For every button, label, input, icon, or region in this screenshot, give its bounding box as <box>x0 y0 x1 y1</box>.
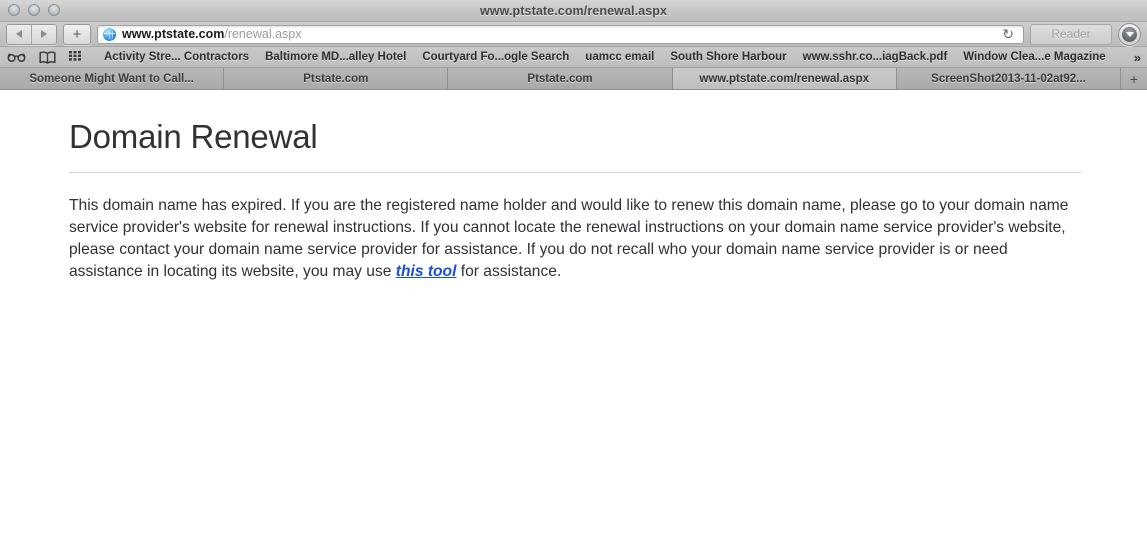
tab-label: ScreenShot2013-11-02at92... <box>931 72 1086 85</box>
bookmarks-overflow-icon[interactable]: » <box>1134 50 1143 65</box>
window-title: www.ptstate.com/renewal.aspx <box>479 3 668 18</box>
paragraph-text-before-link: This domain name has expired. If you are… <box>69 196 1069 280</box>
page-title: Domain Renewal <box>69 118 318 155</box>
tab-label: www.ptstate.com/renewal.aspx <box>699 72 869 85</box>
tab-screenshot[interactable]: ScreenShot2013-11-02at92... <box>896 68 1122 89</box>
close-window-button[interactable] <box>8 4 20 16</box>
paragraph-text-after-link: for assistance. <box>456 262 562 280</box>
tab-bar: Someone Might Want to Call... Ptstate.co… <box>0 68 1147 90</box>
reload-icon[interactable]: ↻ <box>998 27 1018 41</box>
minimize-window-button[interactable] <box>28 4 40 16</box>
zoom-window-button[interactable] <box>48 4 60 16</box>
page-content: Domain Renewal This domain name has expi… <box>0 90 1147 553</box>
tab-renewal-active[interactable]: www.ptstate.com/renewal.aspx <box>672 68 897 89</box>
title-divider <box>69 171 1081 173</box>
new-tab-button[interactable]: + <box>63 23 91 45</box>
tab-ptstate-1[interactable]: Ptstate.com <box>224 68 449 89</box>
address-path: /renewal.aspx <box>224 27 302 41</box>
downloads-button[interactable] <box>1118 22 1141 46</box>
bookmarks-book-icon[interactable] <box>39 51 56 64</box>
bookmark-item[interactable]: www.sshr.co...iagBack.pdf <box>795 51 956 63</box>
chevron-left-icon <box>16 30 22 38</box>
forward-button[interactable] <box>31 24 56 44</box>
navigation-button-group <box>6 23 57 45</box>
bookmark-item[interactable]: Activity Stre... Contractors <box>96 51 257 63</box>
window-titlebar: www.ptstate.com/renewal.aspx <box>0 0 1147 22</box>
reader-button[interactable]: Reader <box>1030 23 1112 45</box>
bookmark-item[interactable]: South Shore Harbour <box>662 51 794 63</box>
tab-label: Ptstate.com <box>303 72 369 85</box>
bookmarks-bar: Activity Stre... Contractors Baltimore M… <box>0 47 1147 68</box>
tab-someone-might-want-to-call[interactable]: Someone Might Want to Call... <box>0 68 225 89</box>
window-traffic-lights <box>8 4 60 16</box>
bookmark-item[interactable]: Baltimore MD...alley Hotel <box>257 51 414 63</box>
chevron-right-icon <box>41 30 47 38</box>
tab-label: Ptstate.com <box>527 72 593 85</box>
renewal-notice-paragraph: This domain name has expired. If you are… <box>69 195 1079 283</box>
bookmark-item[interactable]: Courtyard Fo...ogle Search <box>414 51 577 63</box>
this-tool-link[interactable]: this tool <box>396 263 457 280</box>
download-arrow-icon <box>1122 26 1137 42</box>
bookmark-item[interactable]: uamcc email <box>577 51 662 63</box>
globe-icon <box>103 27 116 41</box>
safari-browser-window: www.ptstate.com/renewal.aspx + www.ptsta… <box>0 0 1147 553</box>
reading-list-icon[interactable] <box>7 51 26 63</box>
browser-toolbar: + www.ptstate.com /renewal.aspx ↻ Reader <box>0 22 1147 47</box>
tab-ptstate-2[interactable]: Ptstate.com <box>448 68 673 89</box>
bookmark-item[interactable]: Window Clea...e Magazine <box>955 51 1113 63</box>
tab-label: Someone Might Want to Call... <box>29 72 194 85</box>
address-domain: www.ptstate.com <box>122 27 225 41</box>
address-bar[interactable]: www.ptstate.com /renewal.aspx ↻ <box>97 24 1024 44</box>
top-sites-grid-icon[interactable] <box>69 51 83 63</box>
add-tab-button[interactable]: + <box>1121 68 1147 89</box>
back-button[interactable] <box>7 24 31 44</box>
